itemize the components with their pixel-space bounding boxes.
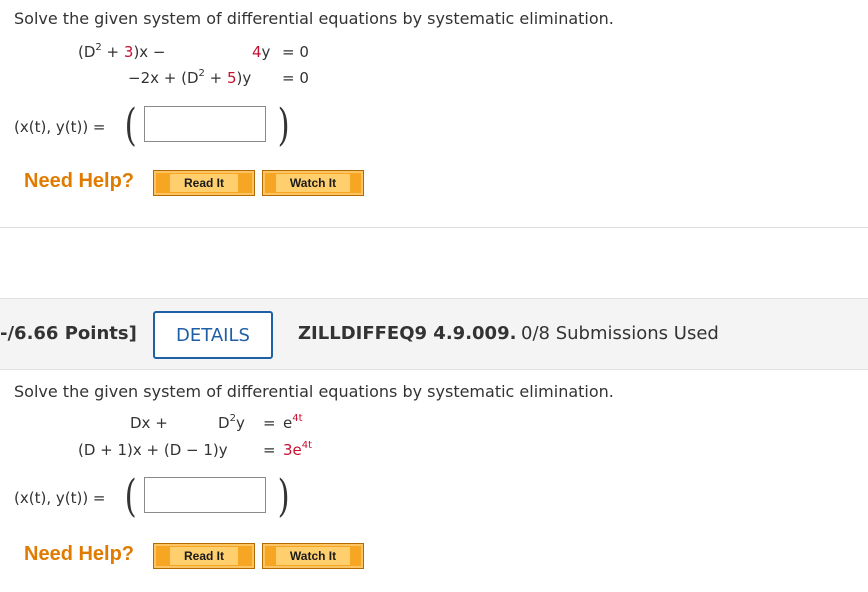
- q2-equation-2-equals: =: [263, 441, 276, 459]
- q1-watch-it-label: Watch It: [275, 174, 351, 192]
- q2-prompt: Solve the given system of differential e…: [14, 382, 614, 401]
- q2-read-it-button[interactable]: Read It: [153, 543, 255, 569]
- q1-eq1-d: (D: [78, 43, 96, 61]
- q2-details-label: DETAILS: [176, 324, 250, 346]
- q1-read-it-label: Read It: [169, 174, 238, 192]
- q2-eq1-d: D: [218, 414, 230, 432]
- q1-need-help-label: Need Help?: [24, 170, 135, 192]
- q2-close-paren: ): [277, 471, 290, 522]
- q2-equation-2-left: (D + 1)x + (D − 1)y: [78, 441, 228, 459]
- q1-equation-1-equals: = 0: [282, 43, 309, 61]
- q2-points: -/6.66 Points]: [0, 323, 137, 344]
- q2-equation-1-rhs: e4t: [283, 413, 303, 433]
- q1-answer-input[interactable]: [144, 106, 266, 142]
- q2-equation-1-mid: D2y: [218, 414, 245, 433]
- q1-equation-2-left: −2x + (D2 + 5)y: [128, 69, 252, 88]
- q1-close-paren: ): [277, 100, 290, 151]
- q1-eq2-rest: )y: [236, 69, 252, 87]
- q2-equation-1-equals: =: [263, 414, 276, 432]
- q1-eq1-coef: 3: [123, 43, 134, 61]
- q2-watch-it-button[interactable]: Watch It: [262, 543, 364, 569]
- q2-details-button[interactable]: DETAILS: [153, 311, 273, 359]
- q1-eq2-plus: +: [204, 69, 227, 87]
- q2-eq1-var: y: [235, 414, 245, 432]
- q1-eq2-left: −2x + (D: [128, 69, 199, 87]
- section-divider: [0, 227, 868, 228]
- q2-open-paren: (: [124, 471, 137, 522]
- q1-prompt: Solve the given system of differential e…: [14, 9, 614, 28]
- q2-equation-2-rhs: 3e4t: [283, 440, 313, 460]
- q2-need-help-label: Need Help?: [24, 543, 135, 565]
- q2-problem-code: ZILLDIFFEQ9 4.9.009.: [298, 323, 517, 344]
- q1-eq2-coef: 5: [226, 69, 237, 87]
- q1-equation-1-left: (D2 + 3)x −: [78, 43, 166, 62]
- q1-eq1-rest: )x −: [133, 43, 166, 61]
- q1-equation-1-right: 4y: [252, 43, 270, 61]
- q2-eq2-rhs-coef: 3e: [283, 441, 302, 459]
- q2-eq1-rhs-exp: 4t: [292, 413, 303, 424]
- q1-read-it-button[interactable]: Read It: [153, 170, 255, 196]
- q1-eq1-plus: +: [101, 43, 124, 61]
- q2-read-it-label: Read It: [169, 547, 238, 565]
- q1-answer-label: (x(t), y(t)) =: [14, 118, 106, 136]
- q2-answer-label: (x(t), y(t)) =: [14, 489, 106, 507]
- q1-open-paren: (: [124, 100, 137, 151]
- q2-submissions-used: 0/8 Submissions Used: [521, 323, 719, 344]
- q2-answer-input[interactable]: [144, 477, 266, 513]
- q2-eq1-rhs-base: e: [283, 414, 293, 432]
- q2-eq2-rhs-exp: 4t: [301, 440, 313, 451]
- q2-watch-it-label: Watch It: [275, 547, 351, 565]
- q2-equation-1-left: Dx +: [130, 414, 168, 432]
- q1-watch-it-button[interactable]: Watch It: [262, 170, 364, 196]
- q1-eq1-right-coef: 4: [252, 43, 262, 61]
- q1-equation-2-equals: = 0: [282, 69, 309, 87]
- q1-eq1-right-var: y: [261, 43, 271, 61]
